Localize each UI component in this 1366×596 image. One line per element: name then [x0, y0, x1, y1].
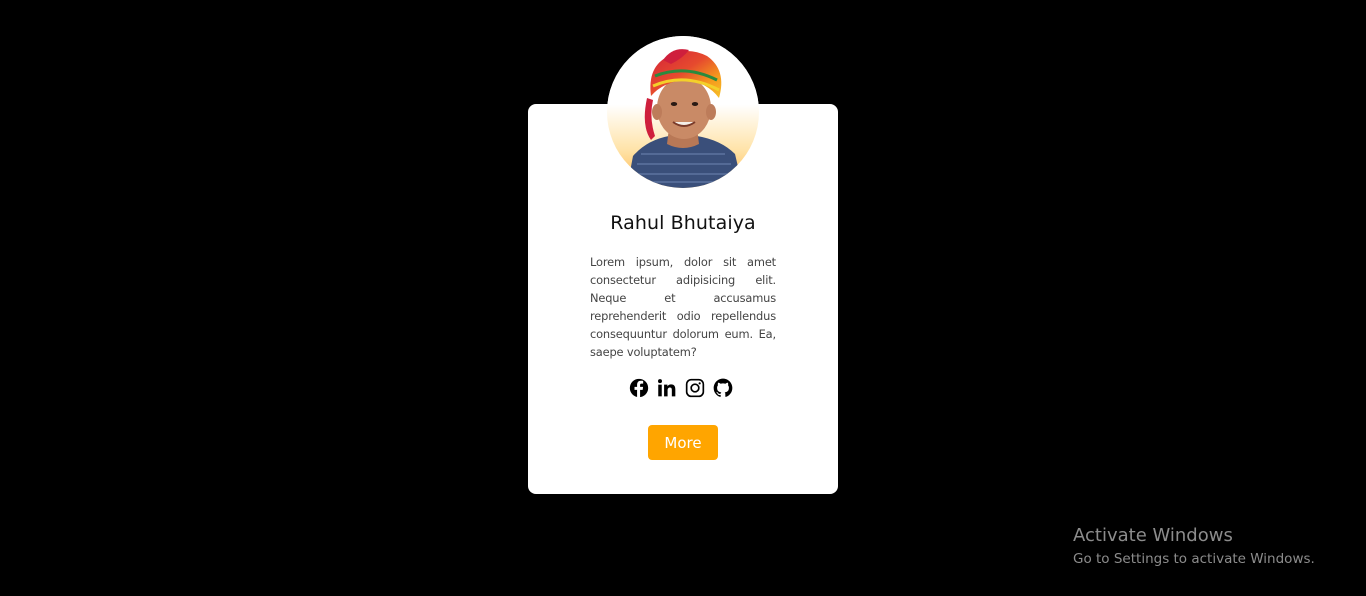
- facebook-icon[interactable]: [629, 378, 649, 398]
- profile-bio: Lorem ipsum, dolor sit amet consectetur …: [590, 255, 776, 359]
- page-background: Rahul Bhutaiya Lorem ipsum, dolor sit am…: [0, 0, 1366, 596]
- avatar: [607, 36, 759, 188]
- watermark-subtitle: Go to Settings to activate Windows.: [1073, 551, 1315, 567]
- instagram-icon[interactable]: [685, 378, 705, 398]
- watermark-title: Activate Windows: [1073, 525, 1233, 546]
- profile-name: Rahul Bhutaiya: [610, 212, 756, 234]
- github-icon[interactable]: [713, 378, 733, 398]
- windows-activation-watermark: Activate Windows Go to Settings to activ…: [1073, 524, 1315, 569]
- linkedin-icon[interactable]: [657, 378, 677, 398]
- social-links: [629, 378, 733, 398]
- avatar-photo: [607, 36, 759, 188]
- more-button[interactable]: More: [648, 425, 718, 460]
